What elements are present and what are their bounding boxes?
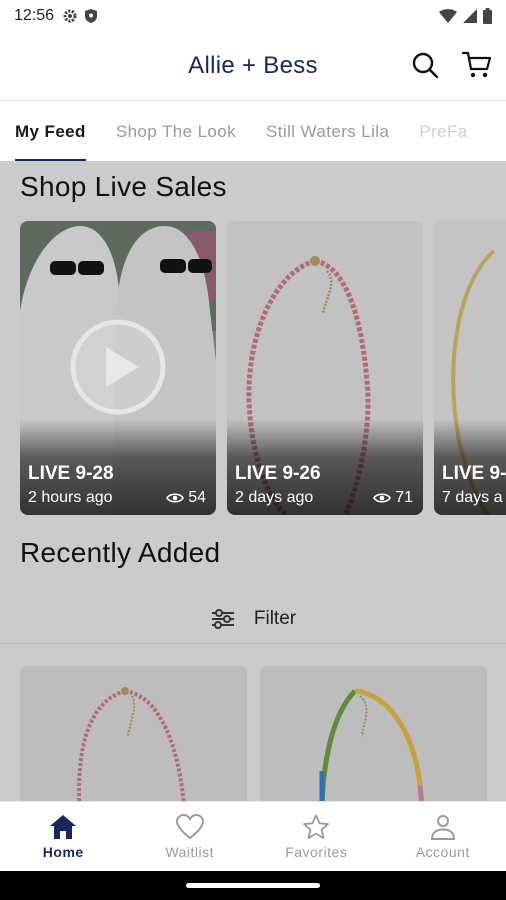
search-icon	[412, 52, 439, 79]
app-header: Allie + Bess	[0, 32, 506, 100]
live-sale-time-ago: 2 hours ago	[28, 489, 113, 506]
search-button[interactable]	[410, 50, 440, 80]
app-title: Allie + Bess	[188, 52, 318, 79]
nav-waitlist[interactable]: Waitlist	[127, 802, 254, 871]
settings-gear-icon	[63, 9, 77, 23]
tab-shop-the-look[interactable]: Shop The Look	[101, 101, 251, 161]
product-card[interactable]	[260, 666, 487, 801]
nav-waitlist-label: Waitlist	[165, 843, 215, 860]
signal-icon	[463, 9, 477, 23]
feed-tabs: My Feed Shop The Look Still Waters Lila …	[0, 100, 506, 161]
eye-icon	[166, 493, 185, 503]
tab-still-waters-lila[interactable]: Still Waters Lila	[251, 101, 404, 161]
live-sale-view-count: 71	[395, 489, 413, 506]
live-sale-views: 71	[373, 489, 413, 507]
live-sale-label: LIVE 9-28	[28, 463, 114, 484]
nav-account-label: Account	[415, 843, 470, 860]
cart-icon	[462, 51, 492, 78]
home-icon	[50, 814, 77, 839]
battery-icon	[483, 8, 492, 24]
product-thumbnail	[260, 666, 487, 801]
shield-icon	[85, 9, 98, 23]
nav-account[interactable]: Account	[380, 802, 506, 871]
live-sale-views: 54	[166, 489, 206, 507]
live-sale-time-ago: 7 days a	[442, 489, 503, 506]
shop-live-sales-title: Shop Live Sales	[20, 171, 227, 202]
sliders-icon	[211, 608, 234, 629]
nav-favorites-label: Favorites	[285, 843, 348, 860]
star-icon	[303, 814, 330, 839]
bottom-nav: Home Waitlist Favorites Account	[0, 801, 506, 871]
live-sale-label: LIVE 9-26	[235, 463, 321, 484]
person-icon	[430, 814, 455, 840]
live-sale-view-count: 54	[188, 489, 206, 506]
filter-label: Filter	[253, 607, 297, 629]
live-sale-label: LIVE 9-	[442, 463, 506, 484]
recently-added-grid	[20, 666, 506, 801]
product-thumbnail	[20, 666, 247, 801]
eye-icon	[373, 493, 392, 503]
tab-prefall[interactable]: PreFa	[404, 101, 482, 161]
cart-button[interactable]	[462, 50, 492, 80]
tab-my-feed[interactable]: My Feed	[0, 101, 101, 161]
product-card[interactable]	[20, 666, 247, 801]
wifi-icon	[439, 9, 457, 23]
live-sale-time-ago: 2 days ago	[235, 489, 314, 506]
live-sales-carousel: LIVE 9-28 2 hours ago 54 LIVE 9-26 2 day…	[20, 221, 506, 515]
nav-home-label: Home	[42, 843, 84, 860]
nav-home[interactable]: Home	[0, 802, 127, 871]
live-sale-card[interactable]: LIVE 9-28 2 hours ago 54	[20, 221, 216, 515]
home-gesture-handle[interactable]	[186, 883, 320, 888]
feed-content: Shop Live Sales LIVE 9-28 2 hours ago 54…	[0, 161, 506, 801]
status-bar: 12:56	[0, 0, 506, 32]
play-icon[interactable]	[69, 318, 167, 416]
system-nav-bar	[0, 871, 506, 900]
live-sale-card[interactable]: LIVE 9-26 2 days ago 71	[227, 221, 423, 515]
nav-favorites[interactable]: Favorites	[253, 802, 380, 871]
recently-added-title: Recently Added	[20, 537, 221, 568]
filter-button[interactable]: Filter	[0, 594, 506, 644]
status-time: 12:56	[14, 7, 55, 24]
heart-icon	[175, 813, 204, 839]
live-sale-card[interactable]: LIVE 9- 7 days a	[434, 221, 506, 515]
